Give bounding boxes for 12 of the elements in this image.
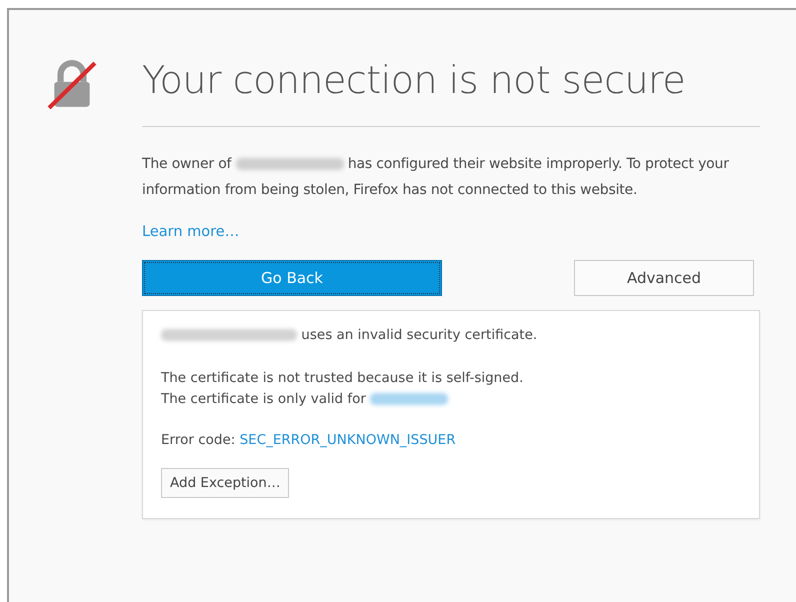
add-exception-button[interactable]: Add Exception… bbox=[161, 468, 290, 498]
go-back-button[interactable]: Go Back bbox=[142, 260, 442, 296]
error-code-link[interactable]: SEC_ERROR_UNKNOWN_ISSUER bbox=[240, 432, 456, 448]
page-title: Your connection is not secure bbox=[142, 57, 686, 104]
learn-more-link[interactable]: Learn more… bbox=[142, 224, 240, 240]
intro-text: The owner of has configured their website improperly. To protect your information from being stolen, Firefox has not connected to this website. bbox=[142, 155, 730, 200]
advanced-button[interactable]: Advanced bbox=[574, 260, 754, 296]
certificate-text: uses an invalid security certificate. bbox=[301, 327, 538, 343]
broken-lock-icon bbox=[46, 59, 98, 111]
error-code-label: Error code: bbox=[161, 432, 236, 448]
reason-text: The certificate is only valid for bbox=[161, 391, 366, 407]
reason-text: The certificate is not trusted because it is self-signed. bbox=[161, 370, 524, 386]
